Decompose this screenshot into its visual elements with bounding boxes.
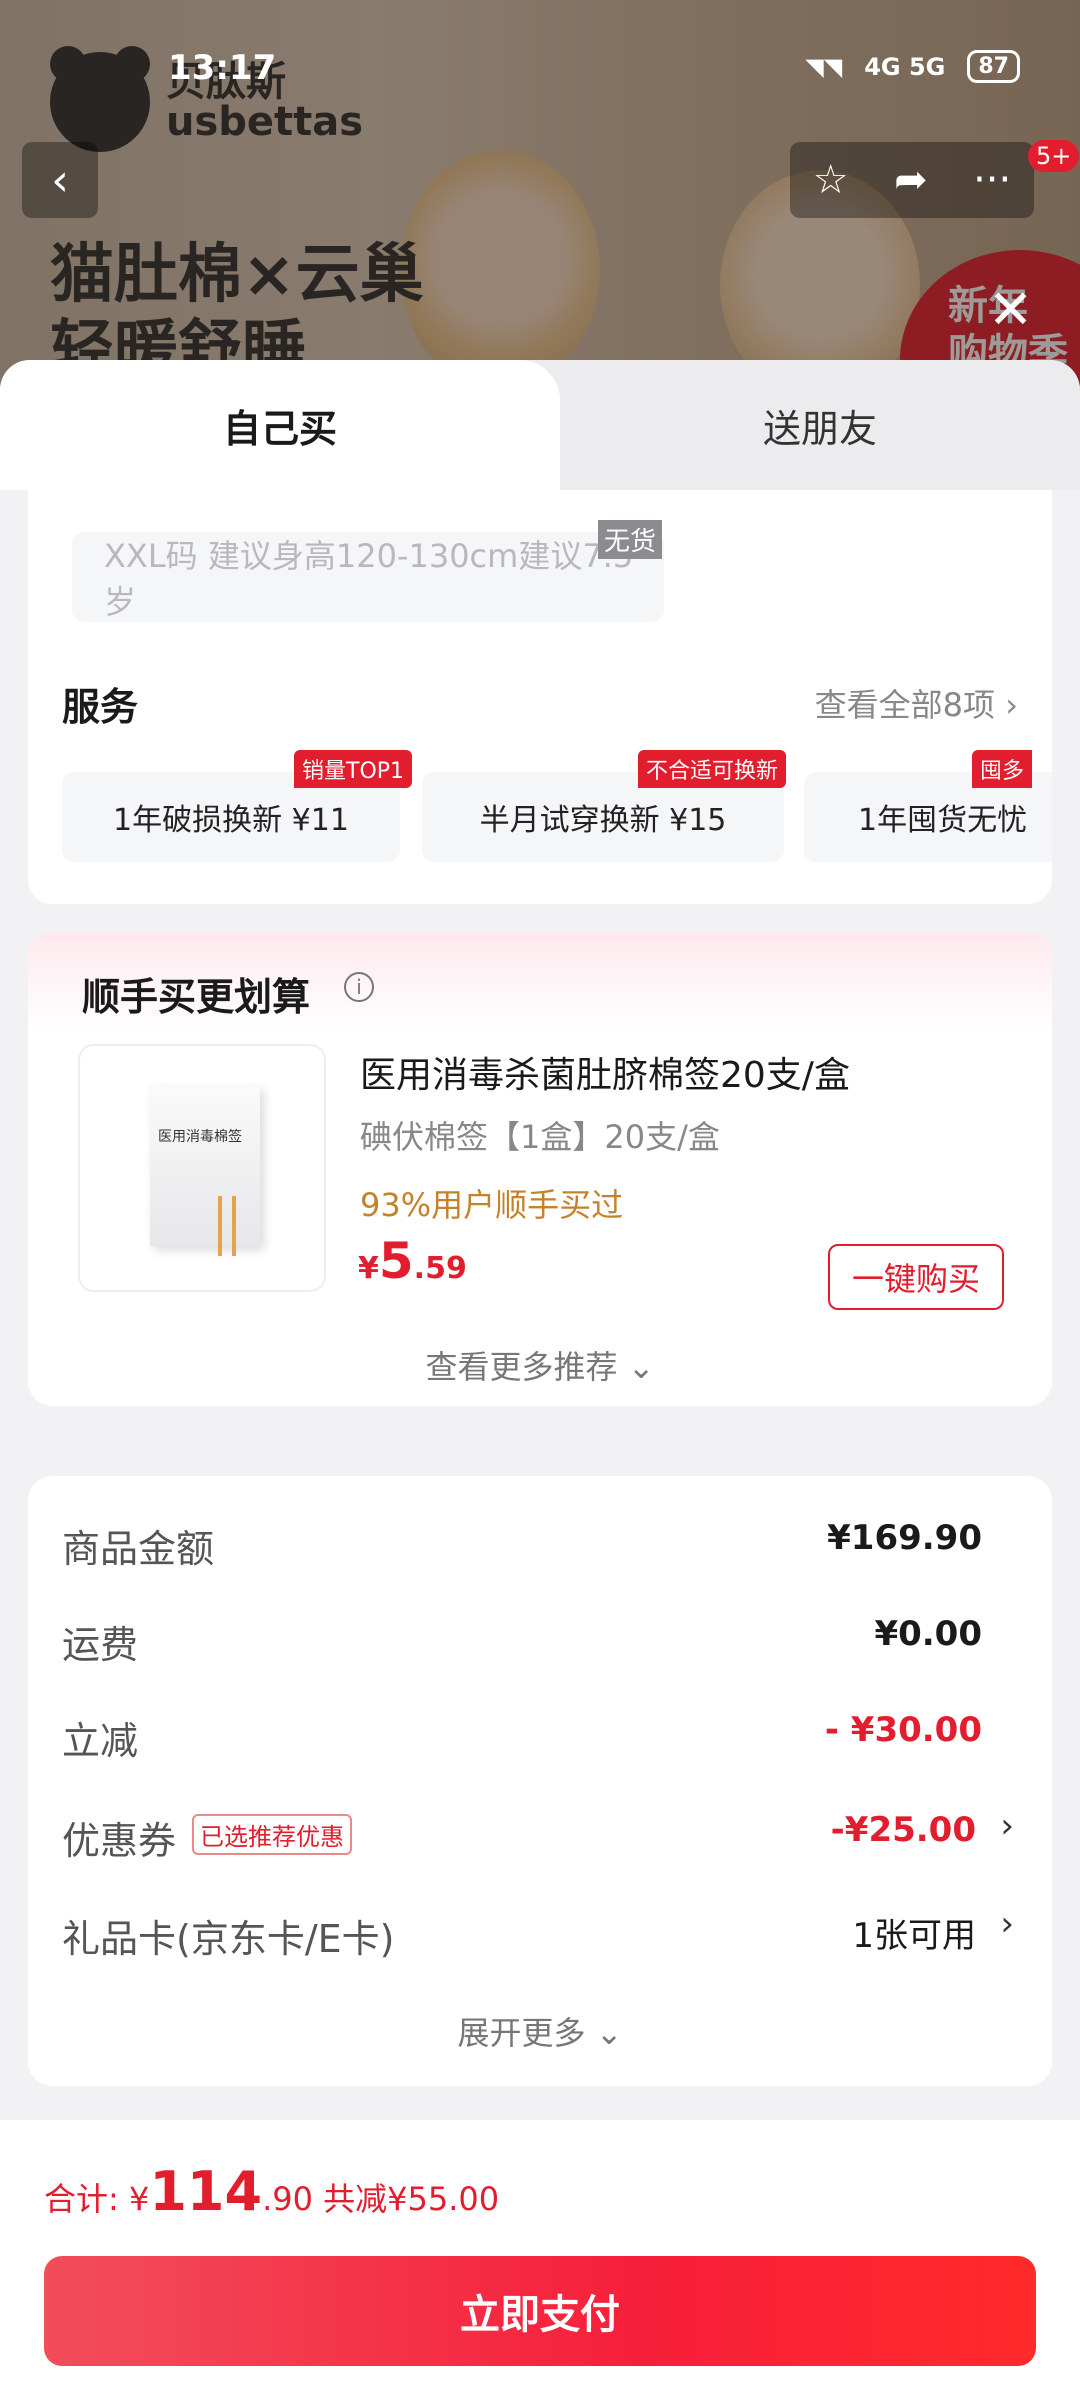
- service-tag-top-sales: 销量TOP1: [294, 750, 413, 788]
- pay-now-button[interactable]: 立即支付: [44, 2256, 1036, 2366]
- shipping-label: 运费: [62, 1623, 139, 1667]
- service-view-all[interactable]: 查看全部8项 ›: [815, 680, 1018, 726]
- options-card: XXL码 建议身高120-130cm建议7.5岁 无货 服务 查看全部8项 › …: [28, 490, 1052, 904]
- chevron-down-icon: ⌄: [627, 1348, 655, 1386]
- box-label: 医用消毒棉签: [158, 1129, 242, 1145]
- message-count-badge: 5+: [1028, 140, 1080, 172]
- expand-more-label: 展开更多: [457, 2014, 586, 2052]
- more-recommendations[interactable]: 查看更多推荐 ⌄: [28, 1342, 1052, 1388]
- addon-card: 顺手买更划算 i 医用消毒棉签 医用消毒杀菌肚脐棉签20支/盒 碘伏棉签【1盒】…: [28, 932, 1052, 1406]
- more-recommendations-label: 查看更多推荐: [425, 1348, 618, 1386]
- total-saved: 共减¥55.00: [312, 2180, 500, 2218]
- goods-amount-label: 商品金额: [62, 1527, 215, 1571]
- top-action-group: ☆ ➦ ···: [790, 142, 1034, 218]
- chevron-right-icon[interactable]: ›: [1000, 1806, 1014, 1846]
- service-view-all-label: 查看全部8项: [814, 686, 996, 724]
- product-buyers-rate: 93%用户顺手买过: [360, 1186, 624, 1224]
- product-name[interactable]: 医用消毒杀菌肚脐棉签20支/盒: [360, 1046, 850, 1098]
- status-time: 13:17: [168, 48, 277, 88]
- out-of-stock-tag: 无货: [598, 520, 663, 559]
- close-icon[interactable]: ✕: [988, 278, 1033, 341]
- expand-more[interactable]: 展开更多 ⌄: [28, 2008, 1052, 2054]
- chevron-down-icon: ⌄: [595, 2014, 623, 2052]
- total-integer: 114: [149, 2160, 263, 2223]
- coupon-recommended-tag: 已选推荐优惠: [192, 1814, 352, 1855]
- giftcard-value[interactable]: 1张可用: [852, 1908, 976, 1957]
- favorite-star-icon[interactable]: ☆: [813, 157, 849, 203]
- total-decimal: .90: [262, 2180, 313, 2218]
- swab-stick: [232, 1196, 236, 1256]
- total-currency: ¥: [128, 2180, 150, 2218]
- tab-self[interactable]: 自己买: [0, 360, 560, 490]
- chevron-right-icon[interactable]: ›: [1000, 1904, 1014, 1944]
- purchase-tabs: 自己买 送朋友: [0, 360, 1080, 490]
- discount-value: - ¥30.00: [824, 1710, 982, 1750]
- giftcard-label: 礼品卡(京东卡/E卡): [62, 1917, 395, 1961]
- more-dots-icon[interactable]: ···: [973, 157, 1011, 203]
- total-amount: 合计: ¥114.90 共减¥55.00: [44, 2160, 499, 2223]
- one-click-buy-button[interactable]: 一键购买: [828, 1244, 1004, 1310]
- checkout-sheet: 自己买 送朋友 XXL码 建议身高120-130cm建议7.5岁 无货 服务 查…: [0, 360, 1080, 2400]
- price-decimal: .59: [413, 1251, 467, 1286]
- shipping-value: ¥0.00: [874, 1614, 982, 1654]
- share-icon[interactable]: ➦: [894, 157, 928, 203]
- addon-title: 顺手买更划算: [82, 975, 311, 1019]
- size-option-chip[interactable]: XXL码 建议身高120-130cm建议7.5岁: [72, 532, 664, 622]
- service-tag-stockup: 囤多: [972, 750, 1033, 788]
- price-integer: 5: [378, 1232, 414, 1290]
- back-button[interactable]: ‹: [22, 142, 98, 218]
- service-title: 服务: [62, 685, 139, 729]
- checkout-footer: 合计: ¥114.90 共减¥55.00 立即支付: [0, 2120, 1080, 2400]
- chevron-right-icon: ›: [1005, 686, 1018, 724]
- product-price: ¥5.59: [358, 1232, 467, 1290]
- cotton-swab-box-image: 医用消毒棉签: [150, 1086, 260, 1256]
- status-icons: ◥◥ 4G 5G 87: [805, 50, 1020, 83]
- discount-label: 立减: [62, 1719, 139, 1763]
- price-currency: ¥: [358, 1251, 379, 1286]
- tab-friend[interactable]: 送朋友: [560, 360, 1080, 490]
- chevron-left-icon: ‹: [51, 154, 69, 206]
- network-label: 4G 5G: [864, 52, 946, 81]
- coupon-label: 优惠券: [62, 1819, 177, 1863]
- price-summary-card: 商品金额 ¥169.90 运费 ¥0.00 立减 - ¥30.00 优惠券 已选…: [28, 1476, 1052, 2086]
- total-label: 合计:: [44, 2180, 129, 2218]
- service-tag-exchange: 不合适可换新: [638, 750, 787, 788]
- product-spec: 碘伏棉签【1盒】20支/盒: [360, 1118, 720, 1156]
- swab-stick: [218, 1196, 222, 1256]
- product-image[interactable]: 医用消毒棉签: [78, 1044, 326, 1292]
- goods-amount-value: ¥169.90: [827, 1518, 982, 1558]
- product-banner: 新年 购物季 贝肽斯 usbettas 猫肚棉×云巢 轻暖舒睡 13:17 ◥◥…: [0, 0, 1080, 400]
- info-icon[interactable]: i: [344, 972, 374, 1002]
- battery-icon: 87: [967, 50, 1020, 83]
- coupon-value[interactable]: -¥25.00: [831, 1810, 976, 1850]
- signal-icon: ◥◥: [805, 52, 843, 81]
